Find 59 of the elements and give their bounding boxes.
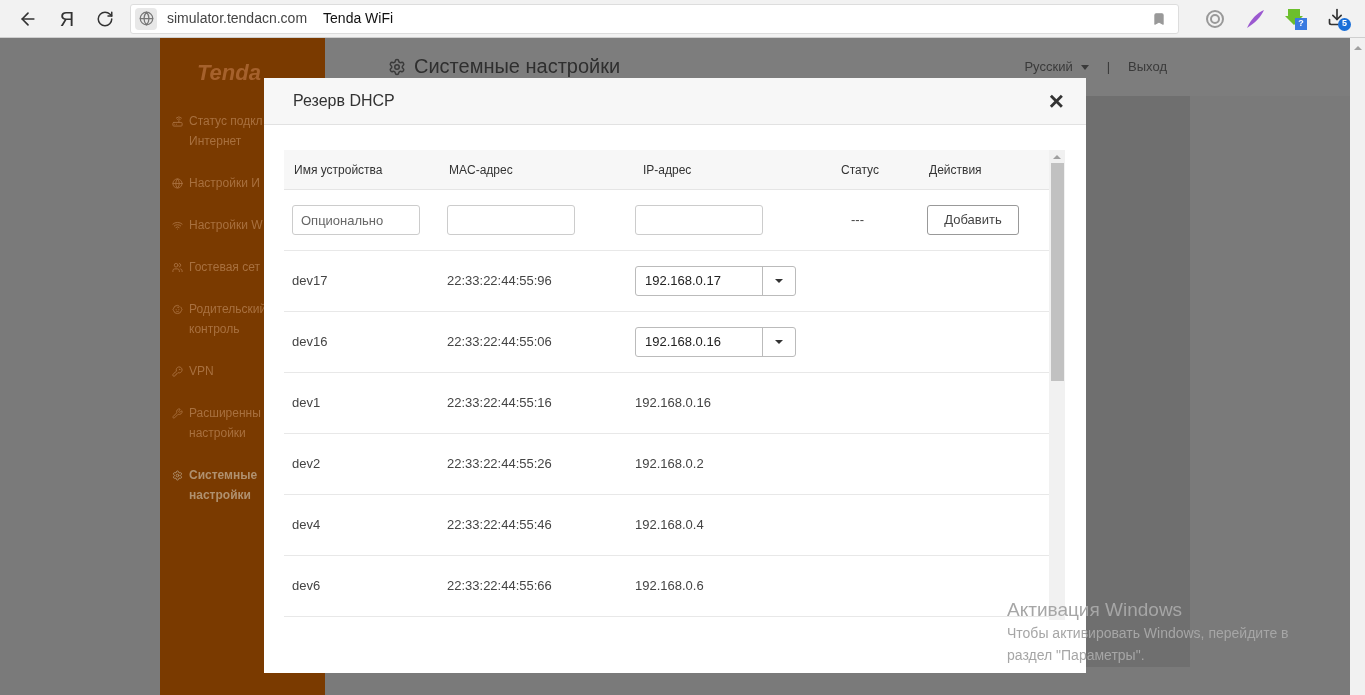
language-select[interactable]: Русский — [1024, 57, 1089, 77]
page-scrollbar[interactable] — [1350, 38, 1365, 695]
close-button[interactable]: × — [1048, 88, 1064, 114]
ip-address: 192.168.0.2 — [635, 456, 704, 472]
mac-address: 22:33:22:44:55:16 — [447, 395, 552, 411]
key-icon — [172, 366, 183, 377]
column-header: IP-адрес — [643, 162, 692, 177]
device-name: dev4 — [292, 517, 321, 533]
ip-address: 192.168.0.16 — [635, 395, 711, 411]
bookmark-icon[interactable] — [1152, 11, 1166, 26]
ip-address: 192.168.0.6 — [635, 578, 704, 594]
device-name: dev16 — [292, 334, 328, 350]
scroll-thumb[interactable] — [1050, 163, 1064, 381]
globe-icon — [172, 178, 183, 189]
sidebar-item[interactable]: VPN — [172, 351, 325, 391]
page-title: Tenda WiFi — [323, 9, 394, 28]
swirl-icon[interactable] — [1205, 8, 1225, 29]
downloads-badge: 5 — [1338, 17, 1351, 31]
ip-input[interactable] — [635, 205, 763, 235]
device-name: dev6 — [292, 578, 321, 594]
mac-address: 22:33:22:44:55:66 — [447, 578, 552, 594]
column-header: Статус — [841, 162, 879, 177]
logout-link[interactable]: Выход — [1128, 57, 1167, 77]
ip-address: 192.168.0.4 — [635, 517, 704, 533]
device-name: dev17 — [292, 273, 328, 289]
separator: | — [1106, 58, 1111, 77]
device-name: dev2 — [292, 456, 321, 472]
gear-icon — [388, 58, 406, 76]
add-button[interactable]: Добавить — [927, 205, 1019, 235]
mac-address: 22:33:22:44:55:06 — [447, 334, 552, 350]
name-input[interactable]: Опционально — [292, 205, 420, 235]
column-header: Действия — [929, 162, 982, 177]
url-text: simulator.tendacn.com — [167, 9, 308, 28]
wrench-icon — [172, 408, 183, 419]
mac-address: 22:33:22:44:55:96 — [447, 273, 552, 289]
caret-icon — [775, 340, 783, 344]
mac-input[interactable] — [447, 205, 575, 235]
caret-icon — [1080, 64, 1089, 70]
caret-icon — [775, 279, 783, 283]
column-header: Имя устройства — [294, 162, 383, 177]
feather-icon[interactable] — [1245, 8, 1265, 29]
mac-address: 22:33:22:44:55:46 — [447, 517, 552, 533]
dialog-title: Резерв DHCP — [293, 91, 395, 111]
ip-select[interactable]: 192.168.0.17 — [635, 266, 796, 296]
address-bar[interactable]: simulator.tendacn.com Tenda WiFi — [130, 3, 1179, 34]
page-heading: Системные настройки — [414, 54, 621, 79]
people-icon — [172, 262, 183, 273]
mac-address: 22:33:22:44:55:26 — [447, 456, 552, 472]
browser-logo[interactable]: Я — [58, 3, 76, 34]
wifi-icon — [172, 220, 183, 231]
reload-icon[interactable] — [96, 9, 114, 28]
router-icon — [172, 116, 183, 127]
status-text: --- — [851, 212, 864, 228]
ip-select[interactable]: 192.168.0.16 — [635, 327, 796, 357]
child-icon — [172, 304, 183, 315]
device-name: dev1 — [292, 395, 321, 411]
gear-icon — [172, 470, 183, 481]
globe-icon — [135, 7, 157, 30]
column-header: MAC-адрес — [449, 162, 513, 177]
